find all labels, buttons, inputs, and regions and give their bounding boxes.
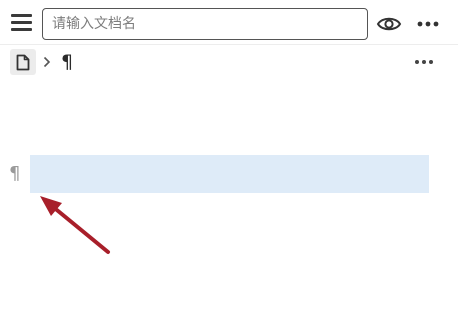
breadcrumb: ¶ (10, 49, 73, 75)
block-drag-handle[interactable]: ¶ (9, 162, 20, 186)
paragraph-block: ¶ (0, 155, 458, 193)
more-horizontal-icon[interactable] (415, 12, 441, 36)
chevron-right-icon (42, 49, 54, 75)
eye-icon[interactable] (376, 12, 402, 36)
editor-page: ¶ ¶ (0, 0, 458, 319)
document-title-input[interactable] (42, 8, 368, 40)
hamburger-menu-icon[interactable] (11, 13, 33, 31)
toolbar-divider (0, 44, 458, 45)
paragraph-block-content[interactable] (30, 155, 429, 193)
more-horizontal-icon[interactable] (413, 52, 435, 72)
document-icon[interactable] (10, 49, 36, 75)
breadcrumb-current-block[interactable]: ¶ (61, 49, 73, 75)
